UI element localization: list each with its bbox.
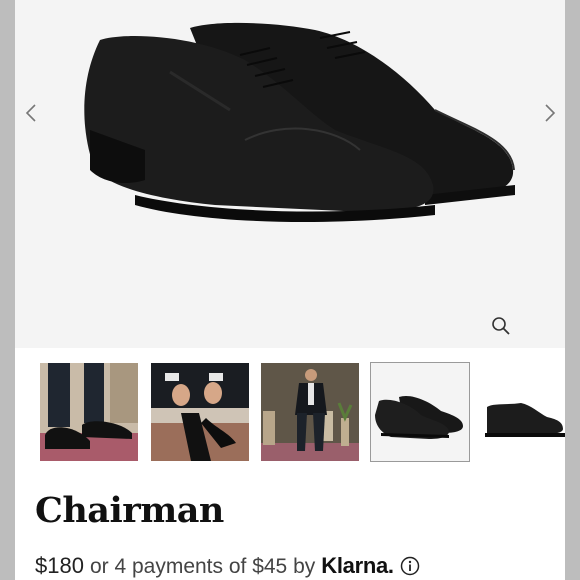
thumbnail-5[interactable] [481, 363, 565, 461]
product-price: $180 [35, 553, 84, 578]
thumbnail-image [261, 363, 359, 461]
thumbnail-4[interactable] [370, 362, 470, 462]
chevron-left-icon [25, 104, 36, 122]
product-title: Chairman [35, 490, 224, 531]
thumbnail-image [40, 363, 138, 461]
product-hero-image[interactable] [15, 0, 565, 348]
price-line: $180 or 4 payments of $45 by Klarna. [35, 553, 420, 579]
klarna-logo: Klarna. [321, 553, 394, 578]
info-circle-icon [400, 556, 419, 576]
zoom-button[interactable] [489, 314, 513, 338]
shoe-pair-image [84, 22, 515, 223]
thumbnail-image [371, 363, 469, 461]
thumbnail-image [481, 363, 565, 461]
installment-text: or 4 payments of $45 by [89, 555, 316, 578]
thumbnail-3[interactable] [261, 363, 359, 461]
thumbnail-strip [15, 362, 565, 463]
thumbnail-image [151, 363, 249, 461]
chevron-right-icon [545, 104, 556, 122]
installment-info-button[interactable] [400, 556, 420, 576]
magnifier-icon [492, 317, 510, 335]
gallery-next-button[interactable] [538, 98, 562, 128]
thumbnail-2[interactable] [151, 363, 249, 461]
thumbnail-1[interactable] [40, 363, 138, 461]
gallery-prev-button[interactable] [19, 98, 43, 128]
product-page: Chairman $180 or 4 payments of $45 by Kl… [15, 0, 565, 580]
